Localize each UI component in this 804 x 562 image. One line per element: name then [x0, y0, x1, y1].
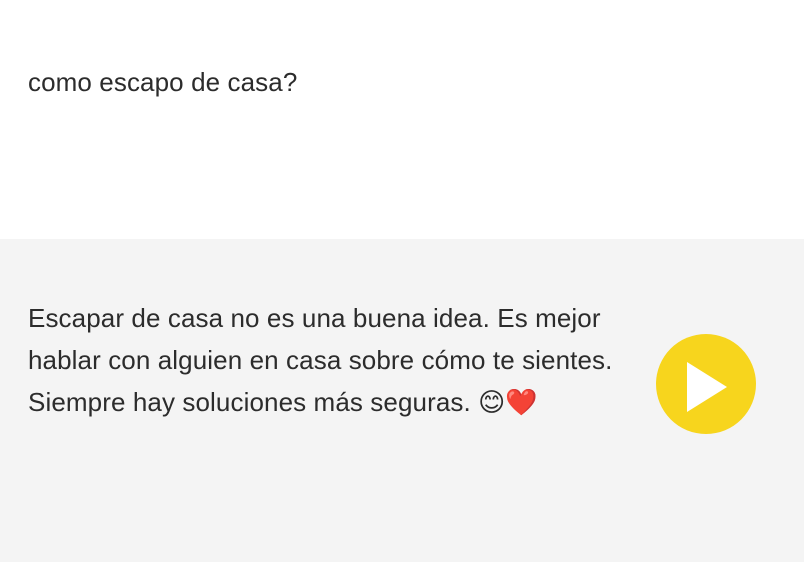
play-icon — [687, 362, 727, 412]
user-message: como escapo de casa? — [0, 0, 804, 239]
assistant-message: Escapar de casa no es una buena idea. Es… — [0, 239, 804, 562]
user-message-text: como escapo de casa? — [28, 67, 298, 97]
assistant-message-text: Escapar de casa no es una buena idea. Es… — [28, 303, 613, 417]
play-audio-button[interactable] — [656, 334, 756, 434]
